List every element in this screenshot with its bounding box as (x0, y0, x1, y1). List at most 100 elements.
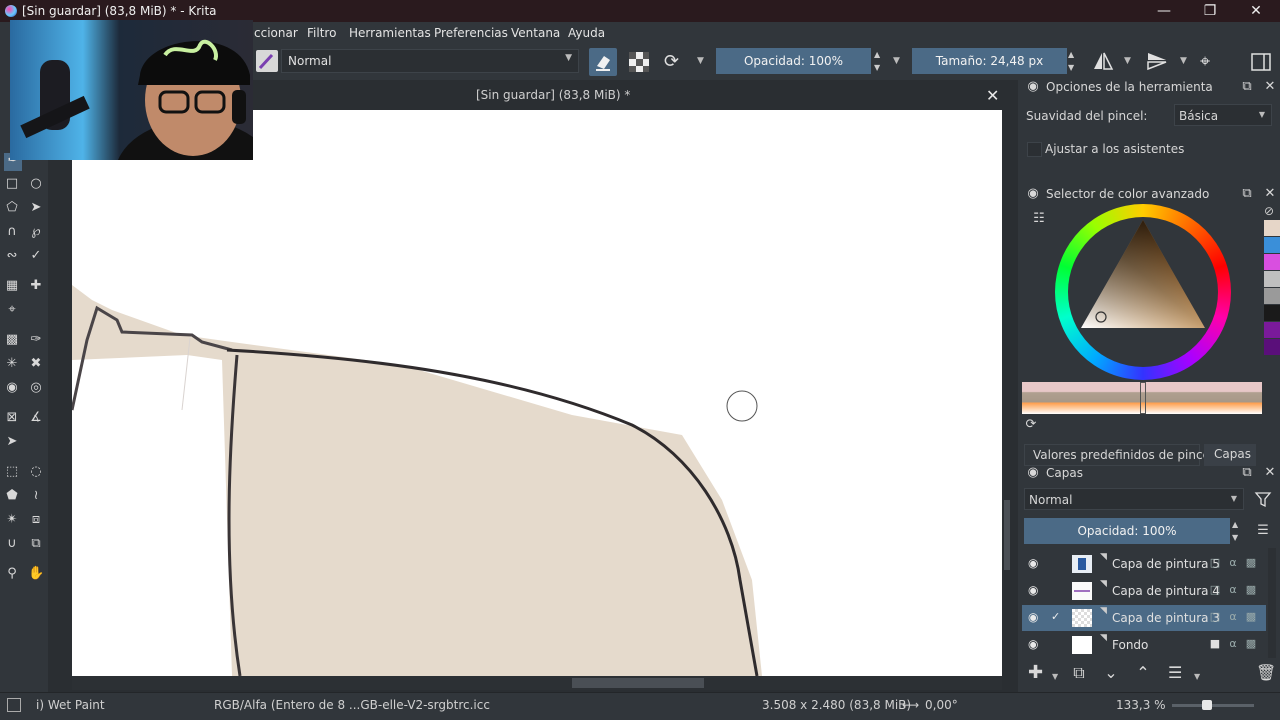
inherit-alpha-icon[interactable]: ▩ (1244, 556, 1258, 570)
preserve-alpha-icon[interactable] (628, 51, 650, 73)
checkmark-icon[interactable]: ✓ (1051, 610, 1060, 623)
move-tool-icon[interactable]: ✚ (28, 278, 44, 294)
contiguous-select-tool-icon[interactable]: ✴ (4, 512, 20, 528)
horizontal-scrollbar[interactable] (72, 676, 1002, 690)
eye-icon[interactable]: ◉ (1028, 637, 1042, 651)
tab-brush-presets[interactable]: Valores predefinidos de pincel (1024, 444, 1213, 466)
enclose-fill-tool-icon[interactable]: ◎ (28, 380, 44, 396)
slider-handle[interactable] (1140, 382, 1146, 414)
float-docker-icon[interactable]: ⧉ (1240, 466, 1254, 480)
layer-row-selected[interactable]: ◉ ✓ ◥ Capa de pintura 3 □ α ▩ (1022, 605, 1266, 631)
menu-select[interactable]: ccionar (254, 26, 298, 40)
chevron-down-icon[interactable]: ▼ (893, 56, 900, 66)
opacity-spin-icon[interactable]: ▲ ▼ (874, 48, 884, 74)
assistants-checkbox[interactable] (1027, 142, 1042, 157)
delete-layer-icon[interactable]: 🗑 (1256, 665, 1276, 681)
tab-layers[interactable]: Capas (1204, 444, 1256, 466)
alpha-lock-icon[interactable]: α (1226, 556, 1240, 570)
transform-tool-icon[interactable]: ▦ (4, 278, 20, 294)
chevron-down-icon[interactable]: ▼ (1124, 56, 1131, 66)
opacity-slider[interactable]: Opacidad: 100% (716, 48, 871, 74)
colorize-mask-tool-icon[interactable]: ✖ (28, 356, 44, 372)
color-swatch[interactable] (1264, 322, 1280, 338)
restore-icon[interactable]: ❐ (1187, 0, 1233, 22)
assistant-tool-icon[interactable]: ⊠ (4, 410, 20, 426)
reload-preset-icon[interactable]: ⟳ (664, 51, 686, 73)
move-layer-down-icon[interactable]: ⌄ (1104, 665, 1118, 681)
dynamic-brush-tool-icon[interactable]: ∾ (4, 248, 20, 264)
close-icon[interactable]: ✕ (1263, 466, 1277, 480)
blend-mode-select[interactable]: Normal ▼ (281, 49, 579, 73)
color-history-strip[interactable] (1264, 220, 1280, 360)
inherit-alpha-icon[interactable]: ▩ (1244, 637, 1258, 651)
ellipse-tool-icon[interactable]: ○ (28, 176, 44, 192)
layer-row[interactable]: ◉ ◥ Fondo ■ α ▩ (1022, 632, 1266, 658)
float-docker-icon[interactable]: ⧉ (1240, 80, 1254, 94)
minimize-icon[interactable]: — (1141, 0, 1187, 22)
menu-window[interactable]: Ventana (511, 26, 560, 40)
hamburger-menu-icon[interactable]: ☰ (1256, 524, 1270, 538)
brush-size-slider[interactable]: Tamaño: 24,48 px (912, 48, 1067, 74)
menu-filter[interactable]: Filtro (307, 26, 336, 40)
scrollbar-thumb[interactable] (572, 678, 704, 688)
color-swatch[interactable] (1264, 288, 1280, 304)
menu-tools[interactable]: Herramientas (349, 26, 431, 40)
color-swatch[interactable] (1264, 220, 1280, 236)
move-layer-up-icon[interactable]: ⌃ (1136, 665, 1150, 681)
menu-help[interactable]: Ayuda (568, 26, 605, 40)
rect-select-tool-icon[interactable]: ⬚ (4, 464, 20, 480)
fill-tool-icon[interactable]: ◉ (4, 380, 20, 396)
freehand-select-tool-icon[interactable]: ≀ (28, 488, 44, 504)
zoom-tool-icon[interactable]: ⚲ (4, 566, 20, 582)
smart-patch-tool-icon[interactable]: ✳ (4, 356, 20, 372)
bezier-tool-icon[interactable]: ∩ (4, 224, 20, 240)
lock-icon[interactable]: ■ (1208, 637, 1222, 651)
pan-tool-icon[interactable]: ✋ (28, 566, 44, 582)
zoom-slider[interactable] (1172, 700, 1254, 710)
layer-row[interactable]: ◉ ◥ Capa de pintura 4 □ α ▩ (1022, 578, 1266, 604)
ellipse-select-tool-icon[interactable]: ◌ (28, 464, 44, 480)
document-tab[interactable]: [Sin guardar] (83,8 MiB) * ✕ (254, 84, 1014, 106)
lock-icon[interactable]: □ (1208, 610, 1222, 624)
layer-row[interactable]: ◉ ◥ Capa de pintura 5 □ α ▩ (1022, 551, 1266, 577)
inherit-alpha-icon[interactable]: ▩ (1244, 583, 1258, 597)
layer-opacity-slider[interactable]: Opacidad: 100% (1024, 518, 1230, 544)
color-swatch[interactable] (1264, 254, 1280, 270)
alpha-lock-icon[interactable]: α (1226, 583, 1240, 597)
measure-tool-icon[interactable]: ∡ (28, 410, 44, 426)
multibrush-tool-icon[interactable]: ✓ (28, 248, 44, 264)
wrap-around-icon[interactable]: ⌖ (1200, 51, 1222, 73)
float-docker-icon[interactable]: ⧉ (1240, 187, 1254, 201)
refresh-icon[interactable]: ⟳ (1024, 418, 1038, 432)
reference-tool-icon[interactable]: ➤ (4, 434, 20, 450)
smoothing-select[interactable]: Básica ▼ (1174, 104, 1272, 126)
similar-select-tool-icon[interactable]: ⧈ (28, 512, 44, 528)
layers-scrollbar[interactable] (1268, 548, 1276, 658)
drawing-canvas[interactable] (72, 110, 1002, 676)
bezier-select-tool-icon[interactable]: ∪ (4, 536, 20, 552)
close-icon[interactable]: ✕ (1233, 0, 1279, 22)
eraser-mode-button[interactable] (589, 48, 617, 76)
mirror-vertical-icon[interactable] (1146, 50, 1168, 72)
lock-icon[interactable]: □ (1208, 556, 1222, 570)
eye-icon[interactable]: ◉ (1028, 556, 1042, 570)
vertical-scrollbar[interactable] (1004, 500, 1010, 570)
chevron-down-icon[interactable]: ▼ (697, 56, 704, 66)
crop-tool-icon[interactable]: ⌖ (4, 302, 20, 318)
freehand-path-tool-icon[interactable]: ℘ (28, 224, 44, 240)
color-swatch[interactable] (1264, 237, 1280, 253)
close-icon[interactable]: ✕ (1263, 80, 1277, 94)
polygon-select-tool-icon[interactable]: ⬟ (4, 488, 20, 504)
zoom-slider-handle[interactable] (1202, 700, 1212, 710)
color-sliders[interactable] (1022, 382, 1262, 414)
layer-properties-icon[interactable]: ☰ (1168, 665, 1182, 681)
eye-icon[interactable]: ◉ (1028, 610, 1042, 624)
mirror-horizontal-icon[interactable] (1092, 50, 1114, 72)
polyline-tool-icon[interactable]: ➤ (28, 200, 44, 216)
filter-icon[interactable] (1254, 490, 1272, 508)
size-spin-icon[interactable]: ▲ ▼ (1068, 48, 1078, 74)
chevron-down-icon[interactable]: ▼ (1180, 56, 1187, 66)
magnetic-select-tool-icon[interactable]: ⧉ (28, 536, 44, 552)
brush-preview-icon[interactable] (7, 698, 21, 712)
alpha-lock-icon[interactable]: α (1226, 637, 1240, 651)
